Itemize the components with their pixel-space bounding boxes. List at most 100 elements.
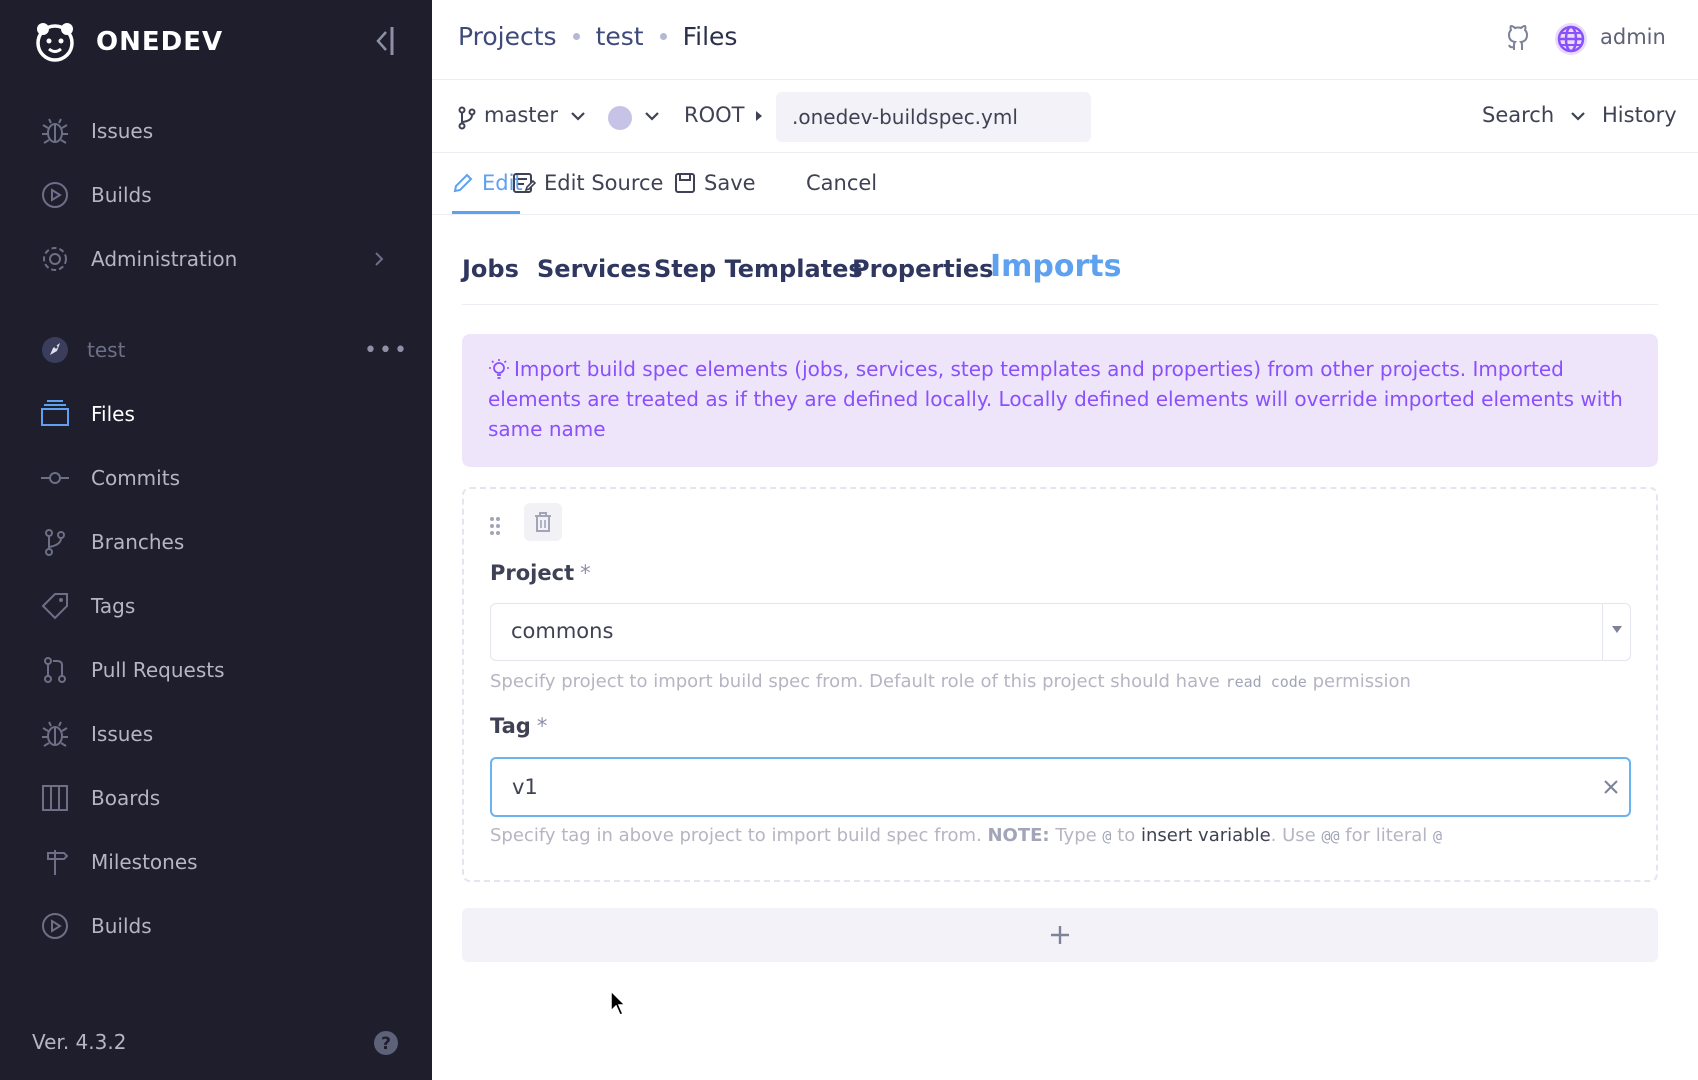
project-help-text: Specify project to import build spec fro… (490, 671, 1411, 692)
edit-mode-tabs: Edit Edit Source Save Cancel (432, 153, 1698, 215)
gear-icon (43, 247, 67, 271)
close-icon[interactable] (1602, 778, 1620, 796)
alert-text: Import build spec elements (jobs, servic… (488, 357, 1623, 441)
tab-label: Cancel (806, 171, 878, 195)
tab-imports[interactable]: Imports (990, 249, 1122, 284)
collapse-sidebar-icon[interactable] (372, 24, 398, 58)
sidebar-item-boards[interactable]: Boards (0, 770, 432, 826)
chevron-down-icon[interactable] (644, 110, 660, 122)
board-icon (42, 785, 68, 811)
tab-label: Save (704, 171, 756, 195)
help-text-part: for literal (1345, 825, 1428, 846)
pull-request-icon (44, 657, 66, 683)
brand[interactable]: ONEDEV (32, 20, 223, 64)
sidebar-item-files[interactable]: Files (0, 386, 432, 442)
breadcrumb-separator (659, 33, 667, 40)
branch-icon (45, 529, 65, 556)
help-text-part: permission (1312, 671, 1411, 692)
sidebar-item-issues[interactable]: Issues (0, 103, 432, 159)
help-code: @@ (1321, 827, 1340, 845)
save-button[interactable]: Save (674, 171, 756, 195)
help-icon[interactable]: ? (373, 1030, 399, 1056)
file-toolbar: master ROOT Search History (432, 80, 1698, 153)
help-code: @ (1433, 827, 1443, 845)
milestone-icon (47, 850, 69, 875)
build-status-indicator[interactable] (608, 106, 632, 130)
play-circle-icon (42, 913, 68, 939)
add-import-button[interactable] (462, 908, 1658, 962)
sidebar-item-builds[interactable]: Builds (0, 167, 432, 223)
sidebar-item-label: Builds (91, 183, 152, 207)
tag-field-label: Tag * (490, 714, 547, 738)
edit-source-icon (513, 173, 536, 193)
sidebar-item-label: Boards (91, 786, 161, 810)
sidebar-project-test[interactable]: test ••• (0, 322, 432, 378)
file-name-input[interactable] (776, 92, 1091, 142)
rocket-icon (42, 337, 68, 363)
tab-services[interactable]: Services (537, 255, 651, 283)
breadcrumb-project-test[interactable]: test (596, 22, 644, 51)
delete-import-button[interactable] (524, 503, 562, 541)
history-button[interactable]: History (1602, 103, 1677, 127)
project-field-label: Project * (490, 561, 591, 585)
branch-icon (458, 106, 476, 130)
insert-variable-link[interactable]: insert variable (1141, 825, 1271, 846)
lightbulb-icon (489, 359, 509, 379)
sidebar-item-branches[interactable]: Branches (0, 514, 432, 570)
breadcrumb: Projects test Files (458, 22, 737, 51)
breadcrumb-files: Files (682, 22, 738, 51)
sidebar-item-milestones[interactable]: Milestones (0, 834, 432, 890)
bug-icon (42, 721, 68, 747)
tag-icon (41, 593, 68, 620)
project-select[interactable]: commons (490, 603, 1631, 661)
branch-selector[interactable]: master (484, 103, 558, 127)
sidebar-item-pull-requests[interactable]: Pull Requests (0, 642, 432, 698)
help-text-part: Type (1055, 825, 1097, 846)
sidebar-item-project-issues[interactable]: Issues (0, 706, 432, 762)
chevron-down-icon[interactable] (570, 110, 586, 122)
tag-help-text: Specify tag in above project to import b… (490, 825, 1442, 846)
files-icon (41, 400, 69, 426)
required-mark: * (580, 561, 591, 585)
plus-icon (1051, 926, 1069, 944)
sidebar-item-label: Branches (91, 530, 185, 554)
sidebar-item-tags[interactable]: Tags (0, 578, 432, 634)
avatar[interactable] (1554, 22, 1588, 56)
sidebar-item-project-builds[interactable]: Builds (0, 898, 432, 954)
drag-handle-icon[interactable] (488, 515, 502, 537)
sidebar-item-administration[interactable]: Administration (0, 231, 432, 287)
sidebar-item-label: Issues (91, 722, 154, 746)
sidebar-item-commits[interactable]: Commits (0, 450, 432, 506)
onedev-logo-icon (36, 23, 74, 62)
more-options-icon[interactable]: ••• (364, 338, 409, 363)
path-root[interactable]: ROOT (684, 103, 744, 127)
trash-icon (535, 512, 551, 532)
breadcrumb-projects[interactable]: Projects (458, 22, 557, 51)
tab-edit-source[interactable]: Edit Source (512, 171, 663, 195)
tag-input[interactable] (490, 757, 1631, 817)
help-text-part: to (1117, 825, 1136, 846)
tab-label: Edit Source (544, 171, 664, 195)
top-header: Projects test Files admin (432, 0, 1698, 80)
help-note: NOTE: (987, 825, 1050, 846)
github-icon[interactable] (1504, 24, 1532, 54)
imports-info-alert: Import build spec elements (jobs, servic… (462, 334, 1658, 467)
tab-properties[interactable]: Properties (852, 255, 993, 283)
cancel-button[interactable]: Cancel (806, 171, 877, 195)
chevron-right-icon (375, 252, 384, 266)
label-text: Project (490, 561, 575, 585)
active-tab-indicator (452, 211, 520, 214)
tab-jobs[interactable]: Jobs (462, 255, 519, 283)
project-name: test (87, 338, 126, 362)
help-text-part: . Use (1270, 825, 1316, 846)
save-icon (675, 173, 695, 193)
search-button[interactable]: Search (1482, 103, 1554, 127)
chevron-down-icon[interactable] (1570, 110, 1586, 122)
sidebar-item-label: Builds (91, 914, 152, 938)
sidebar-item-label: Tags (91, 594, 136, 618)
user-name[interactable]: admin (1600, 25, 1666, 49)
dropdown-arrow-icon[interactable] (1602, 604, 1630, 660)
sidebar-item-label: Pull Requests (91, 658, 225, 682)
help-code: @ (1102, 827, 1112, 845)
tab-step-templates[interactable]: Step Templates (654, 255, 863, 283)
